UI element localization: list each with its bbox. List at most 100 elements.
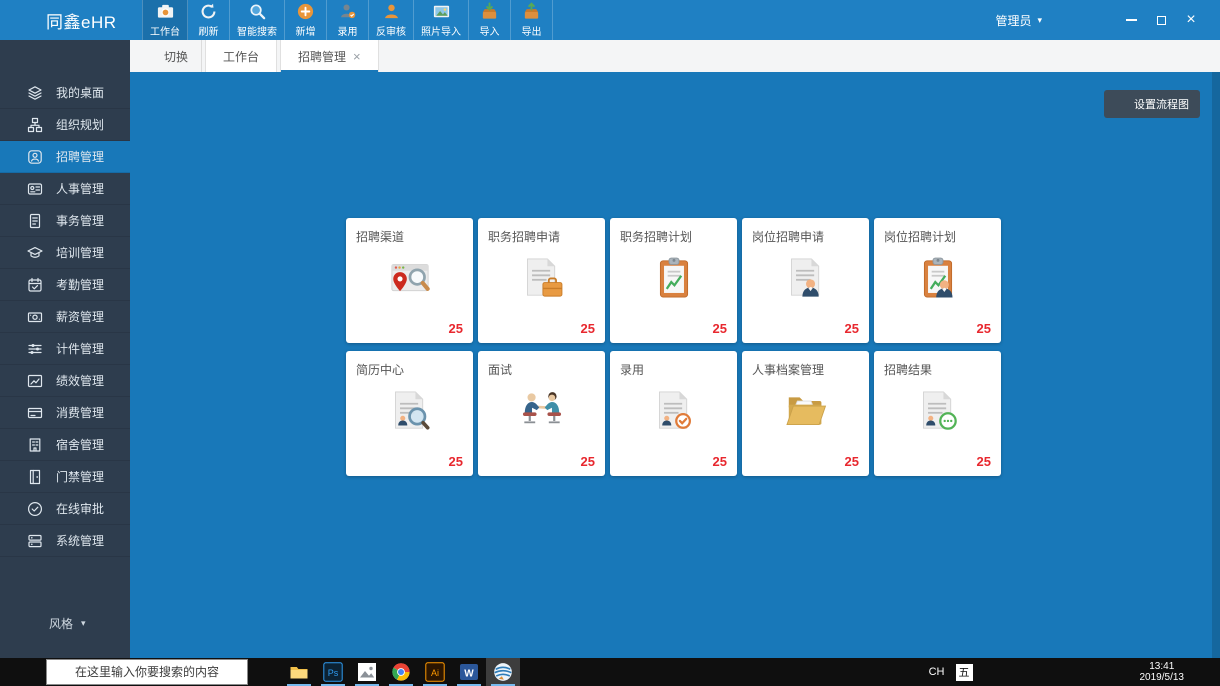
sidebar-item-org[interactable]: 组织规划 [0,109,130,141]
toolbar-button-hire[interactable]: 录用 [327,0,369,40]
style-switcher[interactable]: 风格 ▾ [27,615,86,632]
sidebar-item-label: 绩效管理 [56,372,104,389]
toolbar-button-unaudit[interactable]: 反审核 [369,0,414,40]
card-title: 简历中心 [346,351,473,378]
card-post-apply[interactable]: 岗位招聘申请25 [742,218,869,343]
card-count: 25 [581,454,595,469]
taskbar-app-photos[interactable] [350,658,384,686]
input-language-indicator[interactable]: CH [929,666,945,678]
doc-person-icon [777,249,835,307]
card-title: 招聘结果 [874,351,1001,378]
vertical-scrollbar[interactable] [1212,72,1220,658]
chevron-up-icon[interactable] [1010,665,1025,680]
ime-mode-icon[interactable]: 五 [956,664,973,681]
maximize-button[interactable] [1146,6,1176,34]
card-personnel-archives[interactable]: 人事档案管理25 [742,351,869,476]
toolbar-button-add[interactable]: 新增 [285,0,327,40]
network-icon[interactable] [1088,665,1103,680]
sidebar-item-desktop[interactable]: 我的桌面 [0,77,130,109]
sidebar-item-salary[interactable]: 薪资管理 [0,301,130,333]
sidebar-item-approval[interactable]: 在线审批 [0,493,130,525]
task-view-button[interactable] [248,658,282,686]
toolbar-button-label: 工作台 [150,23,180,38]
sidebar-item-recruit[interactable]: 招聘管理 [0,141,130,173]
sidebar-item-dormitory[interactable]: 宿舍管理 [0,429,130,461]
sidebar-item-label: 系统管理 [56,532,104,549]
sidebar-item-affairs[interactable]: 事务管理 [0,205,130,237]
sidebar-item-system[interactable]: 系统管理 [0,525,130,557]
card-title: 职务招聘申请 [478,218,605,245]
card-duty-apply[interactable]: 职务招聘申请25 [478,218,605,343]
tab-workbench[interactable]: 工作台 [205,40,277,72]
sidebar-item-training[interactable]: 培训管理 [0,237,130,269]
toolbar-button-export[interactable]: 导出 [511,0,553,40]
start-button[interactable] [0,658,46,686]
server-icon [27,533,43,549]
sidebar-item-label: 培训管理 [56,244,104,261]
card-recruit-result[interactable]: 招聘结果25 [874,351,1001,476]
taskbar-app-file-explorer[interactable] [282,658,316,686]
taskbar-app-photoshop[interactable]: Ps [316,658,350,686]
taskbar-app-chrome[interactable] [384,658,418,686]
sidebar-item-label: 招聘管理 [56,148,104,165]
topbar-right: 管理员 ▾ × [965,6,1220,34]
tray-app-pink-icon[interactable] [1062,665,1077,680]
tray-app-green-icon[interactable] [1036,665,1051,680]
folder-icon [777,382,835,440]
task-view-icon [255,662,275,682]
cortana-icon [54,665,69,680]
user-menu[interactable]: 管理员 ▾ [965,8,1042,32]
set-flowchart-label: 设置流程图 [1134,96,1189,112]
sidebar-item-attendance[interactable]: 考勤管理 [0,269,130,301]
switch-icon [143,49,158,64]
tab-recruit[interactable]: 招聘管理× [280,40,379,72]
toolbar-button-workbench[interactable]: 工作台 [142,0,188,40]
sidebar-item-personnel[interactable]: 人事管理 [0,173,130,205]
microphone-icon[interactable] [226,665,240,679]
card-title: 岗位招聘计划 [874,218,1001,245]
help-icon[interactable] [1064,11,1082,29]
card-recruit-channel[interactable]: 招聘渠道25 [346,218,473,343]
toolbar-button-photo-import[interactable]: 照片导入 [414,0,469,40]
toolbar-button-import[interactable]: 导入 [469,0,511,40]
search-input[interactable] [75,665,220,679]
clock[interactable]: 13:41 2019/5/13 [1140,661,1185,684]
toolbar-button-refresh[interactable]: 刷新 [188,0,230,40]
sidebar-item-access[interactable]: 门禁管理 [0,461,130,493]
taskbar-app-word[interactable]: W [452,658,486,686]
sidebar-item-piecework[interactable]: 计件管理 [0,333,130,365]
card-post-plan[interactable]: 岗位招聘计划25 [874,218,1001,343]
hire-person-icon [338,2,357,21]
taskbar: Ps AiW CH 五 13:41 2019/5/13 [0,658,1220,686]
set-flowchart-button[interactable]: 设置流程图 [1104,90,1200,118]
minimize-button[interactable] [1116,6,1146,34]
speaker-icon[interactable] [1114,665,1129,680]
sidebar-item-label: 宿舍管理 [56,436,104,453]
sidebar-item-performance[interactable]: 绩效管理 [0,365,130,397]
people-icon[interactable] [984,665,999,680]
sidebar-item-consumption[interactable]: 消费管理 [0,397,130,429]
taskbar-search[interactable] [46,659,248,685]
action-center-icon[interactable] [1195,665,1210,680]
card-resume-center[interactable]: 简历中心25 [346,351,473,476]
org-chart-icon [27,117,43,133]
user-name: 管理员 [995,12,1031,29]
tab-close-icon[interactable]: × [353,49,361,64]
window-controls: × [1116,6,1206,34]
switch-button[interactable]: 切换 [130,40,202,72]
door-icon [27,469,43,485]
export-icon [522,2,541,21]
taskbar-app-ehr[interactable] [486,658,520,686]
toolbar-button-smart-search[interactable]: 智能搜索 [230,0,285,40]
taskbar-app-illustrator[interactable]: Ai [418,658,452,686]
credit-card-icon [27,405,43,421]
banknote-icon [27,309,43,325]
card-interview[interactable]: 面试25 [478,351,605,476]
building-icon [27,437,43,453]
card-hire[interactable]: 录用25 [610,351,737,476]
switch-label: 切换 [164,48,188,65]
check-circle-icon [27,501,43,517]
card-duty-plan[interactable]: 职务招聘计划25 [610,218,737,343]
doc-briefcase-icon [513,249,571,307]
close-button[interactable]: × [1176,6,1206,34]
